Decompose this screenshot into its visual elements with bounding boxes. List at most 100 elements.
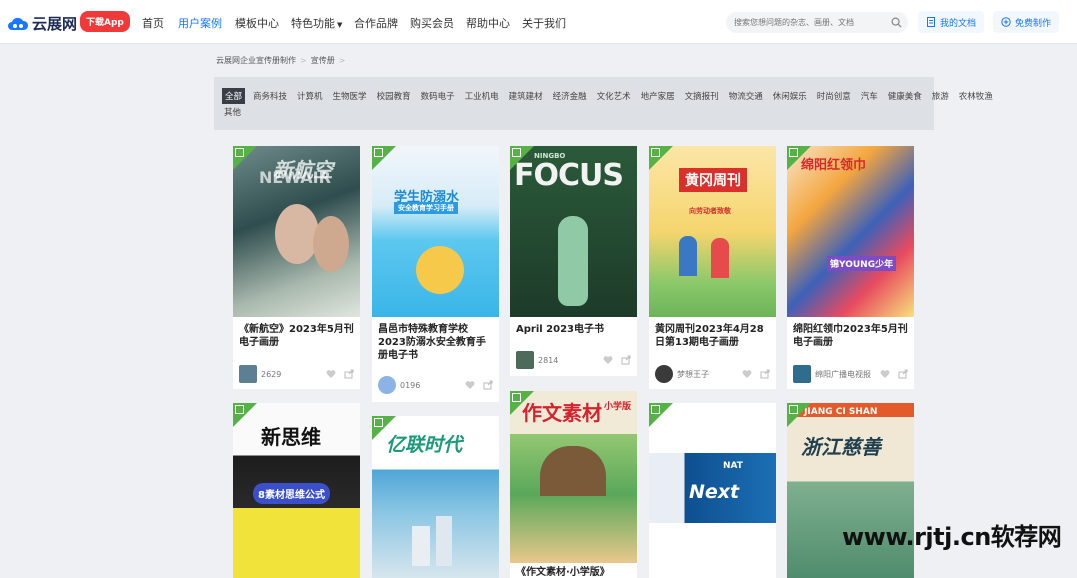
category-item[interactable]: 文摘报刊	[683, 88, 721, 104]
menu-templates[interactable]: 模板中心	[235, 15, 279, 31]
share-icon[interactable]	[760, 369, 770, 379]
qr-code-icon[interactable]	[649, 146, 673, 170]
heart-icon[interactable]	[326, 369, 336, 379]
book-cover[interactable]: 学生防溺水 安全教育学习手册	[372, 146, 499, 317]
category-item[interactable]: 旅游	[930, 88, 951, 104]
book-cover[interactable]: NINGBO FOCUS	[510, 146, 637, 317]
book-cover[interactable]: 新航空 NEWAIR	[233, 146, 360, 317]
category-item[interactable]: 建筑建材	[507, 88, 545, 104]
author-name: 绵阳广播电视报	[815, 369, 871, 379]
book-cover[interactable]: 绵阳红领巾 锦YOUNG少年	[787, 146, 914, 317]
qr-code-icon[interactable]	[233, 146, 257, 170]
category-item[interactable]: 生物医学	[331, 88, 369, 104]
menu-home[interactable]: 首页	[142, 15, 164, 31]
view-count: 2814	[538, 355, 559, 365]
card-meta: 2629	[239, 365, 354, 383]
category-all[interactable]: 全部	[222, 88, 246, 104]
cover-art	[412, 526, 430, 566]
qr-code-icon[interactable]	[649, 403, 673, 427]
category-item[interactable]: 校园教育	[375, 88, 413, 104]
category-item[interactable]: 物流交通	[727, 88, 765, 104]
cover-subtitle: NEWAIR	[259, 168, 331, 187]
book-cover[interactable]: 作文素材 小学版	[510, 391, 637, 563]
free-make-button[interactable]: 免费制作	[993, 11, 1060, 33]
book-card[interactable]: 亿联时代	[372, 416, 499, 578]
category-item[interactable]: 休闲娱乐	[771, 88, 809, 104]
qr-code-icon[interactable]	[787, 146, 811, 170]
menu-user-cases[interactable]: 用户案例	[178, 15, 222, 31]
qr-code-icon[interactable]	[372, 416, 396, 440]
qr-code-icon[interactable]	[510, 146, 534, 170]
cover-art	[679, 236, 697, 276]
author-name: 梦想王子	[677, 369, 709, 379]
chevron-right-icon: >	[300, 56, 307, 65]
breadcrumb-item[interactable]: 云展网企业宣传册制作	[216, 56, 296, 65]
search-input[interactable]	[734, 15, 884, 30]
share-icon[interactable]	[898, 369, 908, 379]
menu-help[interactable]: 帮助中心	[466, 15, 510, 31]
heart-icon[interactable]	[603, 355, 613, 365]
card-meta: 2814	[516, 351, 631, 369]
view-count: 2629	[261, 369, 282, 379]
book-title[interactable]: 《作文素材·小学版》	[516, 566, 632, 578]
breadcrumb-item[interactable]: 宣传册	[311, 56, 335, 65]
book-title[interactable]: April 2023电子书	[516, 323, 632, 336]
search-box	[726, 12, 908, 33]
share-icon[interactable]	[621, 355, 631, 365]
qr-code-icon[interactable]	[372, 146, 396, 170]
menu-brands[interactable]: 合作品牌	[354, 15, 398, 31]
book-title[interactable]: 绵阳红领巾2023年5月刊电子画册	[793, 323, 909, 349]
book-cover[interactable]: 亿联时代	[372, 416, 499, 578]
category-item[interactable]: 工业机电	[463, 88, 501, 104]
qr-code-icon[interactable]	[233, 403, 257, 427]
book-card[interactable]: NINGBO FOCUS April 2023电子书 2814	[510, 146, 637, 376]
qr-code-icon[interactable]	[510, 391, 534, 415]
category-item[interactable]: 经济金融	[551, 88, 589, 104]
book-card[interactable]: 新思维 8素材思维公式	[233, 403, 360, 578]
book-title[interactable]: 黄冈周刊2023年4月28日第13期电子画册	[655, 323, 771, 349]
heart-icon[interactable]	[742, 369, 752, 379]
download-app-badge[interactable]: 下载App	[80, 11, 130, 32]
category-item[interactable]: 文化艺术	[595, 88, 633, 104]
share-icon[interactable]	[344, 369, 354, 379]
search-icon[interactable]	[891, 17, 902, 28]
menu-membership[interactable]: 购买会员	[410, 15, 454, 31]
cover-title: 新思维	[261, 425, 321, 449]
book-cover[interactable]: 黄冈周刊 向劳动者致敬	[649, 146, 776, 317]
book-card[interactable]: 作文素材 小学版 《作文素材·小学版》	[510, 391, 637, 578]
book-card[interactable]: 学生防溺水 安全教育学习手册 昌邑市特殊教育学校2023防溺水安全教育手册电子书…	[372, 146, 499, 402]
cover-art	[436, 516, 452, 566]
menu-features[interactable]: 特色功能 ▼	[291, 15, 342, 31]
book-cover[interactable]: 新思维 8素材思维公式	[233, 403, 360, 578]
logo[interactable]: 云展网	[7, 13, 77, 34]
menu-about[interactable]: 关于我们	[522, 15, 566, 31]
category-item[interactable]: 商务科技	[251, 88, 289, 104]
book-title[interactable]: 《新航空》2023年5月刊电子画册	[239, 323, 355, 349]
book-cover[interactable]: NAT Next	[649, 403, 776, 578]
book-card[interactable]: 新航空 NEWAIR 《新航空》2023年5月刊电子画册 2629	[233, 146, 360, 389]
category-item[interactable]: 其他	[222, 104, 243, 120]
cover-subtitle: 小学版	[604, 402, 632, 412]
heart-icon[interactable]	[465, 380, 475, 390]
book-card[interactable]: 黄冈周刊 向劳动者致敬 黄冈周刊2023年4月28日第13期电子画册 梦想王子	[649, 146, 776, 389]
cover-title: Next	[689, 481, 740, 503]
category-item[interactable]: 汽车	[859, 88, 880, 104]
qr-code-icon[interactable]	[787, 403, 811, 427]
category-item[interactable]: 时尚创意	[815, 88, 853, 104]
category-item[interactable]: 健康美食	[886, 88, 924, 104]
my-documents-button[interactable]: 我的文档	[918, 11, 985, 33]
share-icon[interactable]	[483, 380, 493, 390]
book-title[interactable]: 昌邑市特殊教育学校2023防溺水安全教育手册电子书	[378, 323, 494, 362]
cover-subtitle: 安全教育学习手册	[394, 202, 458, 214]
category-item[interactable]: 数码电子	[419, 88, 457, 104]
free-make-label: 免费制作	[1015, 18, 1052, 29]
chevron-right-icon: >	[338, 56, 346, 65]
cover-title: 作文素材	[522, 401, 602, 425]
category-item[interactable]: 计算机	[295, 88, 325, 104]
book-card[interactable]: 绵阳红领巾 锦YOUNG少年 绵阳红领巾2023年5月刊电子画册 绵阳广播电视报	[787, 146, 914, 389]
book-card[interactable]: NAT Next	[649, 403, 776, 578]
category-item[interactable]: 地产家居	[639, 88, 677, 104]
heart-icon[interactable]	[880, 369, 890, 379]
category-item[interactable]: 农林牧渔	[957, 88, 995, 104]
avatar	[516, 351, 534, 369]
